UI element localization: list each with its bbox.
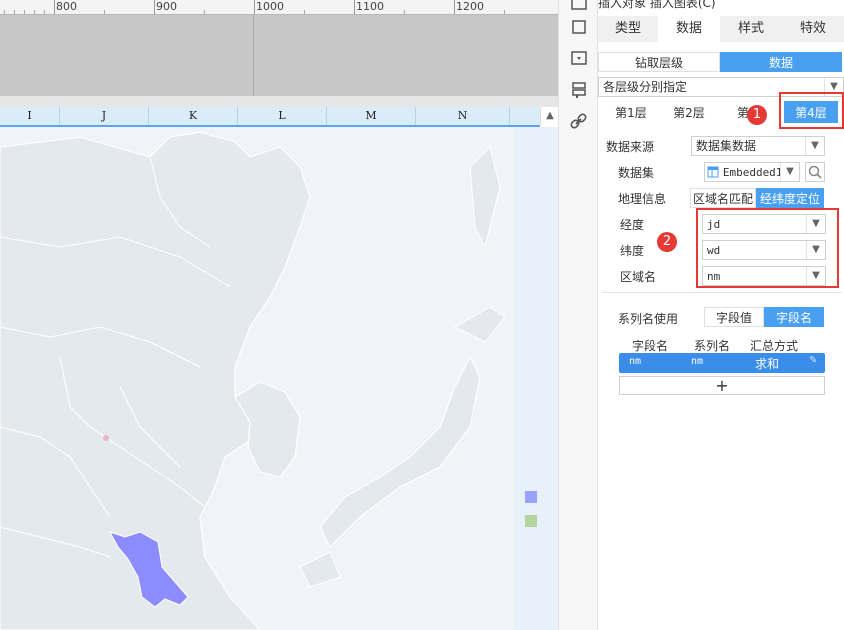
annotation-box-fields xyxy=(696,208,839,288)
geo-info-label: 地理信息 xyxy=(618,192,667,206)
tab-type[interactable]: 类型 xyxy=(598,16,658,42)
map-legend-area xyxy=(514,127,558,630)
column-header-n[interactable]: N xyxy=(416,107,510,125)
widget-icon[interactable] xyxy=(569,48,589,68)
layer-2-tab[interactable]: 第2层 xyxy=(660,102,718,122)
data-source-value: 数据集数据 xyxy=(696,139,757,153)
row-agg-value: 求和 xyxy=(755,357,780,371)
map-chart[interactable] xyxy=(0,127,514,630)
series-field-value-option[interactable]: 字段值 xyxy=(704,307,764,327)
series-field-name-option[interactable]: 字段名 xyxy=(764,307,824,327)
japan-region xyxy=(319,355,481,549)
dataset-search-button[interactable] xyxy=(805,162,825,182)
side-icon-strip xyxy=(558,0,598,630)
column-header-m[interactable]: M xyxy=(327,107,416,125)
chevron-down-icon: ▼ xyxy=(805,137,824,155)
dataset-select[interactable]: Embedded1 ▼ xyxy=(704,162,800,182)
series-field-row[interactable]: nm nm 求和 ✎ xyxy=(619,353,825,373)
drill-level-button[interactable]: 钻取层级 xyxy=(598,52,720,72)
column-header-k[interactable]: K xyxy=(149,107,238,125)
add-field-button[interactable]: + xyxy=(619,376,825,395)
row-series-name: nm xyxy=(691,356,704,367)
annotation-badge-1: 1 xyxy=(747,105,767,125)
plus-icon: + xyxy=(715,376,729,395)
chevron-down-icon: ▼ xyxy=(780,163,799,181)
dataset-table-icon xyxy=(707,166,719,178)
scroll-up-button[interactable]: ▲ xyxy=(540,107,559,125)
map-svg xyxy=(0,131,506,630)
ruler-label: 1000 xyxy=(256,0,284,13)
tab-style[interactable]: 样式 xyxy=(720,16,782,42)
data-source-label: 数据来源 xyxy=(606,140,655,154)
row-edit-icon[interactable]: ✎ xyxy=(809,355,817,366)
ruler-label: 800 xyxy=(56,0,77,13)
report-canvas-blank xyxy=(0,15,558,96)
tab-data[interactable]: 数据 xyxy=(658,16,720,42)
data-source-select[interactable]: 数据集数据 ▼ xyxy=(691,136,825,156)
series-name-label: 系列名使用 xyxy=(618,312,679,326)
geo-area-match-option[interactable]: 区域名匹配 xyxy=(690,188,756,208)
longitude-label: 经度 xyxy=(620,218,645,232)
data-mode-button[interactable]: 数据 xyxy=(720,52,842,72)
truncated-toolbar: 插入对象 插入图表(C) xyxy=(598,0,716,10)
column-header-j[interactable]: J xyxy=(60,107,149,125)
row-field-name: nm xyxy=(629,356,642,367)
search-icon xyxy=(808,165,822,179)
link-icon[interactable] xyxy=(569,112,589,132)
sheet-column-header: I J K L M N xyxy=(0,107,540,127)
divider xyxy=(602,292,842,293)
area-name-label: 区域名 xyxy=(620,270,657,284)
ruler-label: 900 xyxy=(156,0,177,13)
frame-icon[interactable] xyxy=(569,17,589,37)
level-mode-value: 各层级分别指定 xyxy=(603,80,688,94)
ruler-label: 1200 xyxy=(456,0,484,13)
tab-effects[interactable]: 特效 xyxy=(782,16,844,42)
dataset-label: 数据集 xyxy=(618,166,655,180)
column-header-l[interactable]: L xyxy=(238,107,327,125)
ruler-label: 1100 xyxy=(356,0,384,13)
grid-header-field: 字段名 xyxy=(632,339,669,353)
chart-properties-panel: 插入对象 插入图表(C) 类型 数据 样式 特效 钻取层级 数据 各层级分别指定… xyxy=(598,0,844,630)
annotation-box-layer4 xyxy=(779,92,844,129)
dataset-value: Embedded1 xyxy=(722,166,783,179)
properties-tabs: 类型 数据 样式 特效 xyxy=(598,16,844,42)
layers-icon[interactable] xyxy=(569,80,589,100)
cell-icon[interactable] xyxy=(569,0,589,14)
grid-header-series: 系列名 xyxy=(694,339,731,353)
horizontal-ruler: 800 900 1000 1100 1200 xyxy=(0,0,558,15)
column-header-i[interactable]: I xyxy=(0,107,60,125)
grid-header-agg: 汇总方式 xyxy=(750,339,799,353)
canvas-gap xyxy=(0,96,558,107)
annotation-badge-2: 2 xyxy=(657,232,677,252)
legend-swatch-1[interactable] xyxy=(525,491,537,503)
geo-latlng-option[interactable]: 经纬度定位 xyxy=(756,188,824,208)
capital-marker xyxy=(103,435,109,441)
layer-1-tab[interactable]: 第1层 xyxy=(602,102,660,122)
latitude-label: 纬度 xyxy=(620,244,645,258)
legend-swatch-2[interactable] xyxy=(525,515,537,527)
